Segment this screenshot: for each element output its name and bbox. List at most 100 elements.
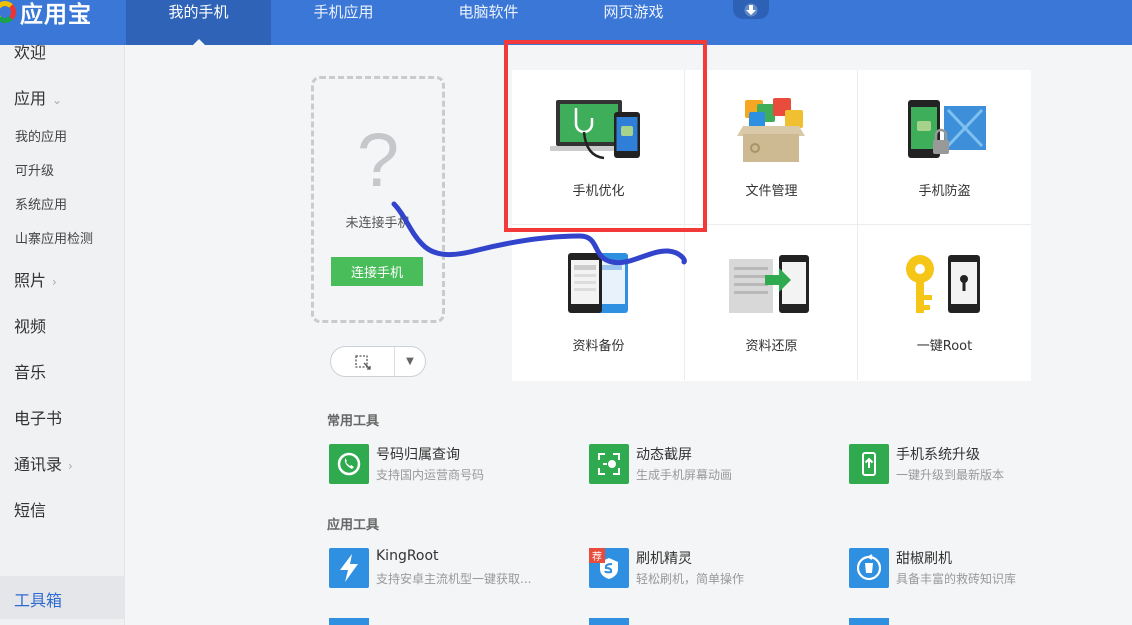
lightning-icon — [329, 548, 369, 588]
tab-my-phone[interactable]: 我的手机 — [126, 0, 271, 45]
common-tools-heading: 常用工具 — [327, 414, 380, 429]
sidebar-item-label: 音乐 — [14, 363, 47, 382]
tool-name: 手机系统升级 — [896, 447, 980, 463]
device-placeholder-card: ? 未连接手机 连接手机 — [311, 76, 445, 323]
download-manager-button[interactable] — [733, 0, 769, 19]
file-manager-icon — [737, 98, 805, 162]
sidebar-item-label: 山寨应用检测 — [15, 232, 94, 247]
sidebar-item-label: 电子书 — [14, 409, 63, 428]
function-label: 资料还原 — [745, 339, 798, 354]
function-data-restore[interactable]: 资料还原 — [685, 225, 858, 380]
tool-icon-partial — [329, 618, 369, 625]
tab-label: 手机应用 — [313, 3, 374, 21]
download-arrow-icon — [744, 3, 758, 16]
tab-phone-apps[interactable]: 手机应用 — [271, 0, 416, 45]
tool-tianjiao-flash[interactable]: 甜椒刷机 具备丰富的救砖知识库 — [849, 548, 1099, 588]
tool-number-lookup[interactable]: 号码归属查询 支持国内运营商号码 — [329, 444, 579, 484]
recommend-badge: 荐 — [589, 548, 605, 563]
function-grid: 手机优化 文件管理 手机防盗 资料备份 资料还原 一键Root — [512, 70, 1031, 381]
sidebar-item-sms[interactable]: 短信 — [14, 497, 46, 521]
sidebar: 欢迎 应用 ⌄ 我的应用 可升级 系统应用 山寨应用检测 照片 › 视频 音乐 电子… — [0, 43, 125, 625]
function-label: 手机优化 — [572, 184, 625, 199]
tab-pc-software[interactable]: 电脑软件 — [416, 0, 561, 45]
sidebar-item-videos[interactable]: 视频 — [14, 313, 46, 337]
function-label: 手机防盗 — [918, 184, 971, 199]
logo-text: 应用宝 — [20, 1, 92, 28]
device-status-text: 未连接手机 — [345, 216, 411, 231]
anti-theft-icon — [908, 100, 986, 158]
tool-description: 一键升级到最新版本 — [896, 468, 1005, 482]
sidebar-item-apps[interactable]: 应用 ⌄ — [14, 85, 62, 109]
active-caret-icon — [192, 39, 205, 45]
tool-name: 动态截屏 — [636, 447, 692, 463]
sidebar-item-system-apps[interactable]: 系统应用 — [15, 194, 67, 213]
chevron-right-icon: › — [52, 275, 57, 289]
function-data-backup[interactable]: 资料备份 — [512, 225, 685, 380]
tool-description: 生成手机屏幕动画 — [636, 468, 733, 482]
sidebar-item-upgradable[interactable]: 可升级 — [15, 160, 54, 179]
sidebar-item-label: 可升级 — [15, 164, 55, 179]
sidebar-item-my-apps[interactable]: 我的应用 — [15, 126, 67, 145]
refresh-flash-icon — [849, 548, 889, 588]
tool-dynamic-screenshot[interactable]: 动态截屏 生成手机屏幕动画 — [589, 444, 839, 484]
sidebar-item-ebooks[interactable]: 电子书 — [14, 405, 62, 429]
sidebar-item-fake-app-check[interactable]: 山寨应用检测 — [15, 228, 93, 247]
tab-label: 网页游戏 — [603, 3, 664, 21]
data-backup-icon — [568, 253, 628, 313]
tool-description: 轻松刷机，简单操作 — [636, 572, 745, 586]
tool-name: 号码归属查询 — [376, 447, 460, 463]
top-bar: 应用宝 我的手机 手机应用 电脑软件 网页游戏 — [0, 0, 1132, 45]
chevron-right-icon: › — [68, 459, 73, 473]
tab-web-games[interactable]: 网页游戏 — [561, 0, 706, 45]
sidebar-item-label: 照片 — [14, 271, 47, 290]
screen-capture-icon — [589, 444, 629, 484]
sidebar-item-label: 系统应用 — [15, 198, 68, 213]
function-one-click-root[interactable]: 一键Root — [858, 225, 1031, 380]
sidebar-item-label: 应用 — [14, 89, 47, 108]
connect-phone-button[interactable]: 连接手机 — [331, 257, 423, 286]
tool-name: 刷机精灵 — [636, 551, 692, 567]
caret-down-icon: ▼ — [406, 356, 414, 367]
tool-description: 具备丰富的救砖知识库 — [896, 572, 1017, 586]
sidebar-item-toolbox[interactable]: 工具箱 — [0, 576, 125, 619]
tool-name: KingRoot — [376, 548, 439, 564]
tool-description: 支持安卓主流机型一键获取... — [376, 572, 532, 586]
tool-icon-partial — [589, 618, 629, 625]
function-label: 一键Root — [916, 339, 973, 354]
screenshot-options-dropdown[interactable]: ▼ — [395, 347, 425, 376]
sidebar-item-label: 我的应用 — [15, 130, 68, 145]
sidebar-item-label: 通讯录 — [14, 455, 63, 474]
phone-optimize-icon — [550, 100, 640, 160]
logo-icon — [0, 0, 16, 23]
tool-icon-partial — [849, 618, 889, 625]
sidebar-item-contacts[interactable]: 通讯录 › — [14, 451, 73, 475]
sidebar-item-welcome[interactable]: 欢迎 — [14, 39, 46, 63]
sidebar-item-label: 欢迎 — [14, 43, 47, 62]
function-phone-optimize[interactable]: 手机优化 — [512, 70, 685, 225]
function-file-manager[interactable]: 文件管理 — [685, 70, 858, 225]
tool-kingroot[interactable]: KingRoot 支持安卓主流机型一键获取... — [329, 548, 579, 588]
sidebar-item-photos[interactable]: 照片 › — [14, 267, 57, 291]
function-label: 文件管理 — [745, 184, 798, 199]
sidebar-item-label: 视频 — [14, 317, 47, 336]
crop-screenshot-icon — [354, 354, 371, 370]
tool-name: 甜椒刷机 — [896, 551, 952, 567]
sidebar-item-music[interactable]: 音乐 — [14, 359, 46, 383]
function-label: 资料备份 — [572, 339, 625, 354]
chevron-down-icon: ⌄ — [52, 93, 63, 107]
tool-flash-wizard[interactable]: 荐 刷机精灵 轻松刷机，简单操作 — [589, 548, 839, 588]
phone-lookup-icon — [329, 444, 369, 484]
data-restore-icon — [729, 255, 809, 313]
sidebar-item-label: 短信 — [14, 501, 47, 520]
screenshot-button[interactable] — [331, 347, 395, 376]
tab-label: 我的手机 — [168, 3, 229, 21]
flash-wizard-icon: 荐 — [589, 548, 629, 588]
phone-upgrade-icon — [849, 444, 889, 484]
function-anti-theft[interactable]: 手机防盗 — [858, 70, 1031, 225]
root-key-icon — [906, 255, 980, 313]
app-tools-heading: 应用工具 — [327, 518, 380, 533]
tool-system-upgrade[interactable]: 手机系统升级 一键升级到最新版本 — [849, 444, 1099, 484]
sidebar-item-label: 工具箱 — [14, 591, 63, 610]
tool-description: 支持国内运营商号码 — [376, 468, 485, 482]
tab-label: 电脑软件 — [458, 3, 519, 21]
